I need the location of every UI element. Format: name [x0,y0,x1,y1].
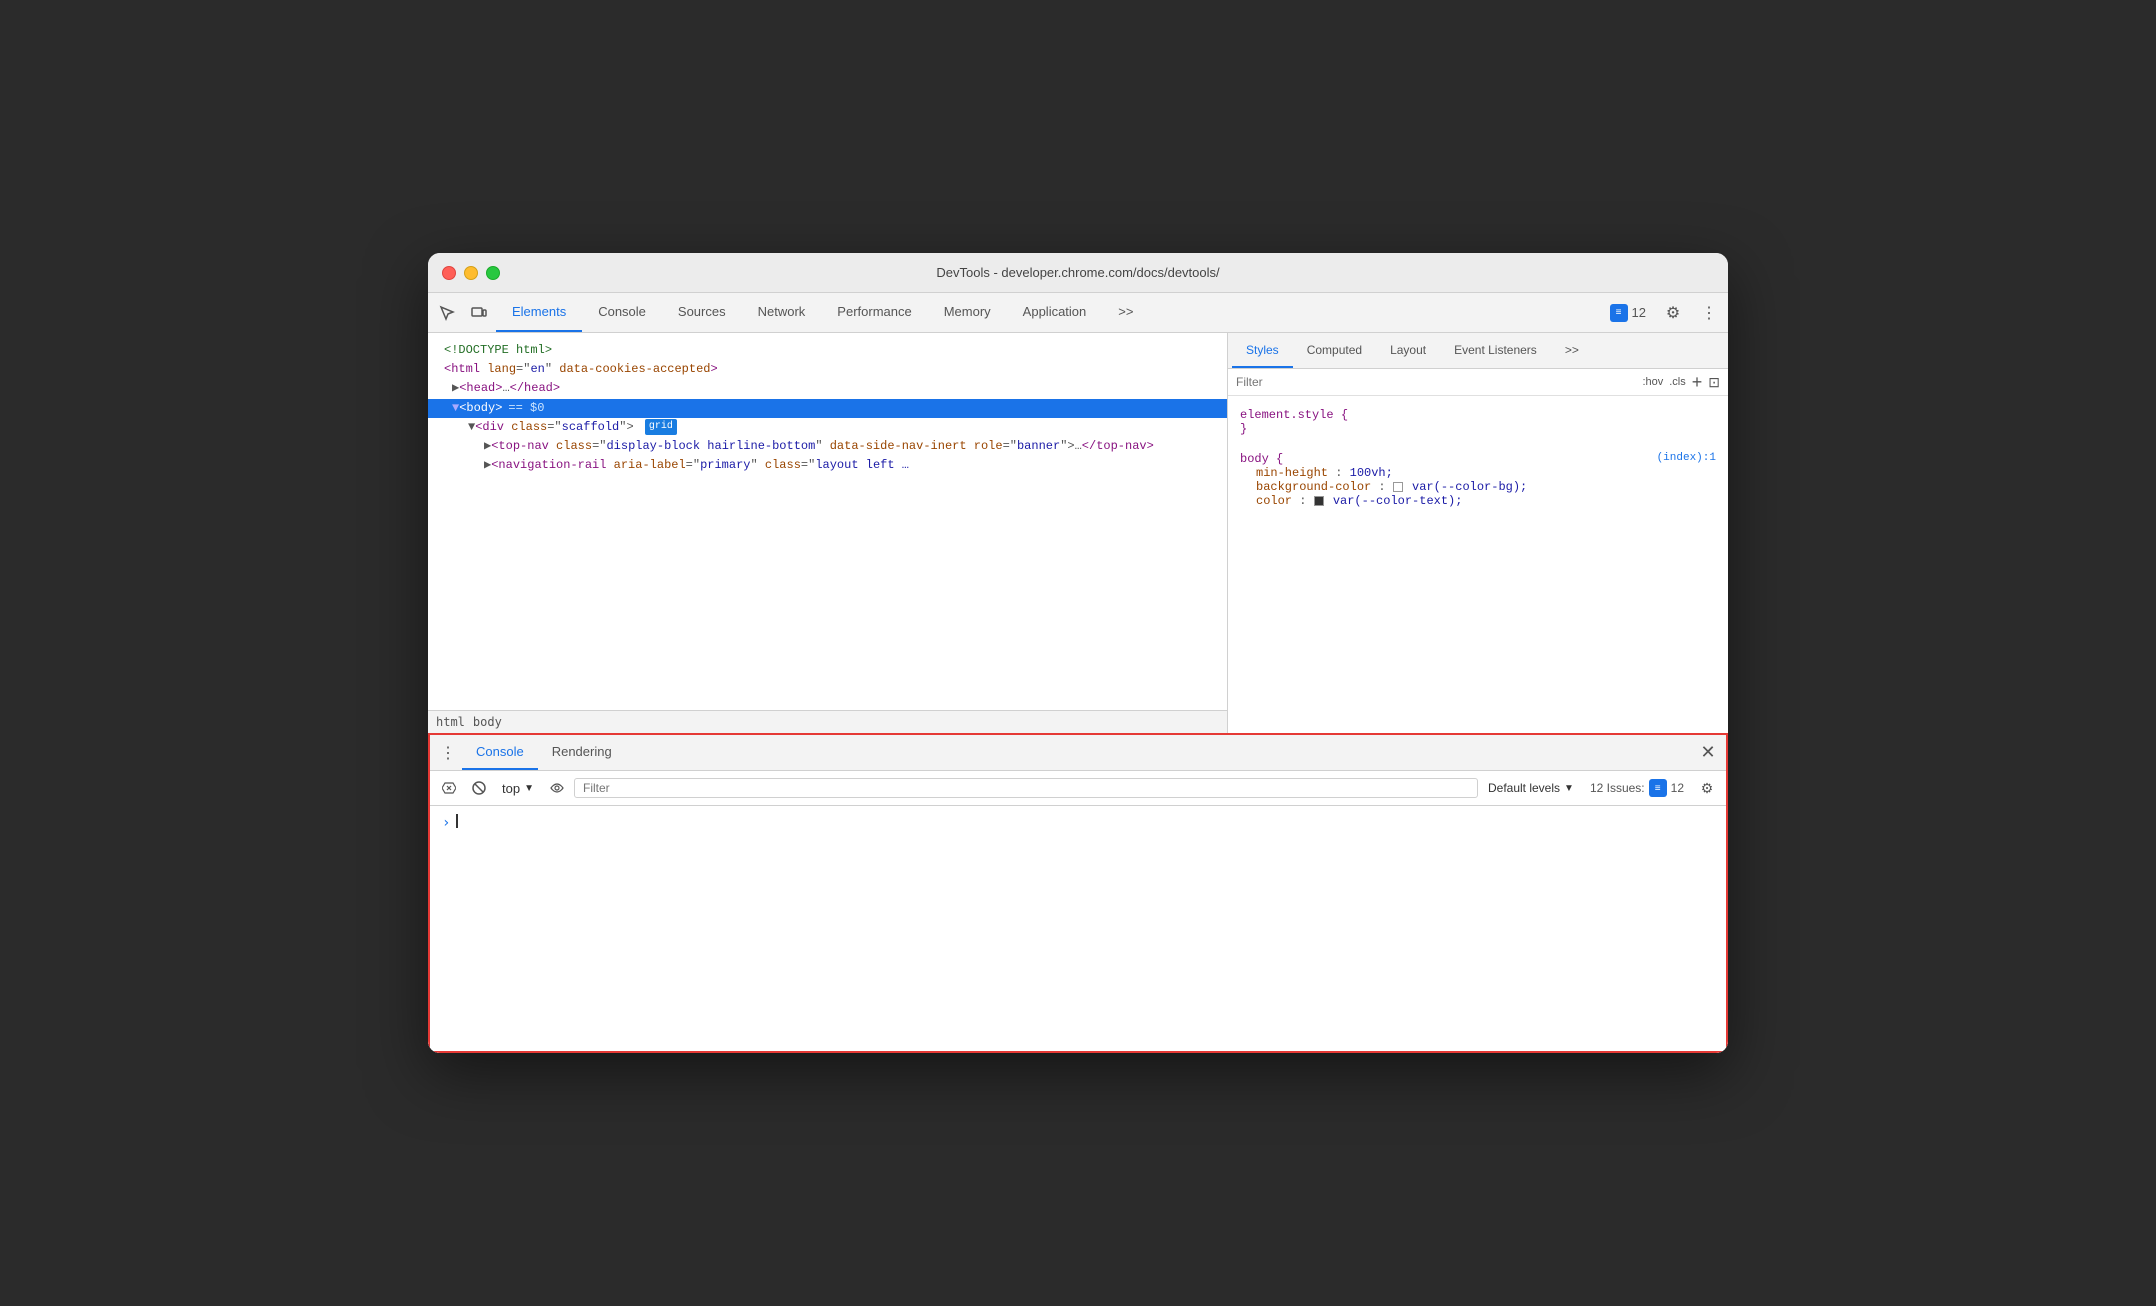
console-issues-icon: ≡ [1649,779,1667,797]
toolbar-right: ≡ 12 ⚙ ⋮ [1604,298,1724,328]
minimize-button[interactable] [464,266,478,280]
breadcrumb-html[interactable]: html [436,715,465,729]
add-style-rule-button[interactable]: + [1692,373,1703,391]
dom-line-nav-rail[interactable]: ▶<navigation-rail aria-label="primary" c… [428,456,1227,475]
style-rule-element: element.style { } [1228,404,1728,440]
maximize-button[interactable] [486,266,500,280]
console-prompt[interactable]: › [442,814,1714,834]
breadcrumb-body[interactable]: body [473,715,502,729]
dom-line-body[interactable]: ▼<body>== $0 [428,399,1227,418]
tab-application[interactable]: Application [1007,293,1103,332]
console-ban-icon[interactable] [466,775,492,801]
dom-line-html[interactable]: <html lang="en" data-cookies-accepted> [428,360,1227,379]
settings-icon[interactable]: ⚙ [1658,298,1688,328]
hov-button[interactable]: :hov [1642,376,1663,388]
inspect-icon[interactable] [432,298,462,328]
styles-tab-more[interactable]: >> [1551,333,1593,368]
breadcrumb-bar: html body [428,710,1227,733]
tab-elements[interactable]: Elements [496,293,582,332]
color-swatch-bg [1393,482,1403,492]
styles-tab-layout[interactable]: Layout [1376,333,1440,368]
prompt-cursor [456,814,458,828]
tab-network[interactable]: Network [742,293,822,332]
window-title: DevTools - developer.chrome.com/docs/dev… [936,265,1219,280]
levels-dropdown[interactable]: Default levels ▼ [1482,779,1580,797]
console-settings-icon[interactable]: ⚙ [1694,775,1720,801]
styles-panel: Styles Computed Layout Event Listeners >… [1228,333,1728,733]
console-content[interactable]: › [430,806,1726,1051]
top-toolbar: Elements Console Sources Network Perform… [428,293,1728,333]
console-toolbar: top ▼ Default levels ▼ 12 Issues: [430,771,1726,806]
dom-line-div-scaffold[interactable]: ▼<div class="scaffold"> grid [428,418,1227,437]
cls-button[interactable]: .cls [1669,376,1686,388]
more-options-icon[interactable]: ⋮ [1694,298,1724,328]
styles-content: element.style { } body { (index):1 min-h… [1228,396,1728,733]
styles-tab-computed[interactable]: Computed [1293,333,1376,368]
styles-filter-bar: :hov .cls + ⊡ [1228,369,1728,396]
dom-line-top-nav[interactable]: ▶<top-nav class="display-block hairline-… [428,437,1227,456]
devtools-panel: Elements Console Sources Network Perform… [428,293,1728,1053]
issues-button[interactable]: ≡ 12 [1604,304,1652,322]
tab-memory[interactable]: Memory [928,293,1007,332]
dom-line-doctype[interactable]: <!DOCTYPE html> [428,341,1227,360]
styles-filter-input[interactable] [1236,375,1636,389]
console-drawer: ⋮ Console Rendering ✕ [428,733,1728,1053]
elements-panel: <!DOCTYPE html> <html lang="en" data-coo… [428,333,1228,733]
traffic-lights [442,266,500,280]
title-bar: DevTools - developer.chrome.com/docs/dev… [428,253,1728,293]
tab-console[interactable]: Console [582,293,662,332]
styles-tab-bar: Styles Computed Layout Event Listeners >… [1228,333,1728,369]
tab-bar: Elements Console Sources Network Perform… [496,293,1602,332]
close-button[interactable] [442,266,456,280]
chevron-down-icon: ▼ [524,783,534,794]
tab-performance[interactable]: Performance [821,293,927,332]
main-content: <!DOCTYPE html> <html lang="en" data-coo… [428,333,1728,733]
issues-icon: ≡ [1610,304,1628,322]
tab-more[interactable]: >> [1102,293,1149,332]
prompt-arrow: › [442,814,450,834]
style-rule-body: body { (index):1 min-height : 100vh; bac… [1228,448,1728,512]
console-eye-icon[interactable] [544,775,570,801]
drawer-menu-button[interactable]: ⋮ [434,739,462,767]
drawer-close-button[interactable]: ✕ [1694,739,1722,767]
styles-tab-event-listeners[interactable]: Event Listeners [1440,333,1551,368]
context-selector[interactable]: top ▼ [496,779,540,798]
drawer-tab-console[interactable]: Console [462,735,538,770]
dom-line-head[interactable]: ▶<head>…</head> [428,379,1227,398]
drawer-toolbar: ⋮ Console Rendering ✕ [430,735,1726,771]
console-filter-input[interactable] [574,778,1478,798]
console-clear-icon[interactable] [436,775,462,801]
levels-chevron-icon: ▼ [1564,783,1574,794]
device-toggle-icon[interactable] [464,298,494,328]
devtools-window: DevTools - developer.chrome.com/docs/dev… [428,253,1728,1053]
console-issues-button[interactable]: 12 Issues: ≡ 12 [1584,779,1690,797]
force-state-icon[interactable]: ⊡ [1708,374,1720,391]
dom-tree[interactable]: <!DOCTYPE html> <html lang="en" data-coo… [428,333,1227,710]
styles-tab-styles[interactable]: Styles [1232,333,1293,368]
tab-sources[interactable]: Sources [662,293,742,332]
drawer-tab-rendering[interactable]: Rendering [538,735,626,770]
color-swatch-text [1314,496,1324,506]
